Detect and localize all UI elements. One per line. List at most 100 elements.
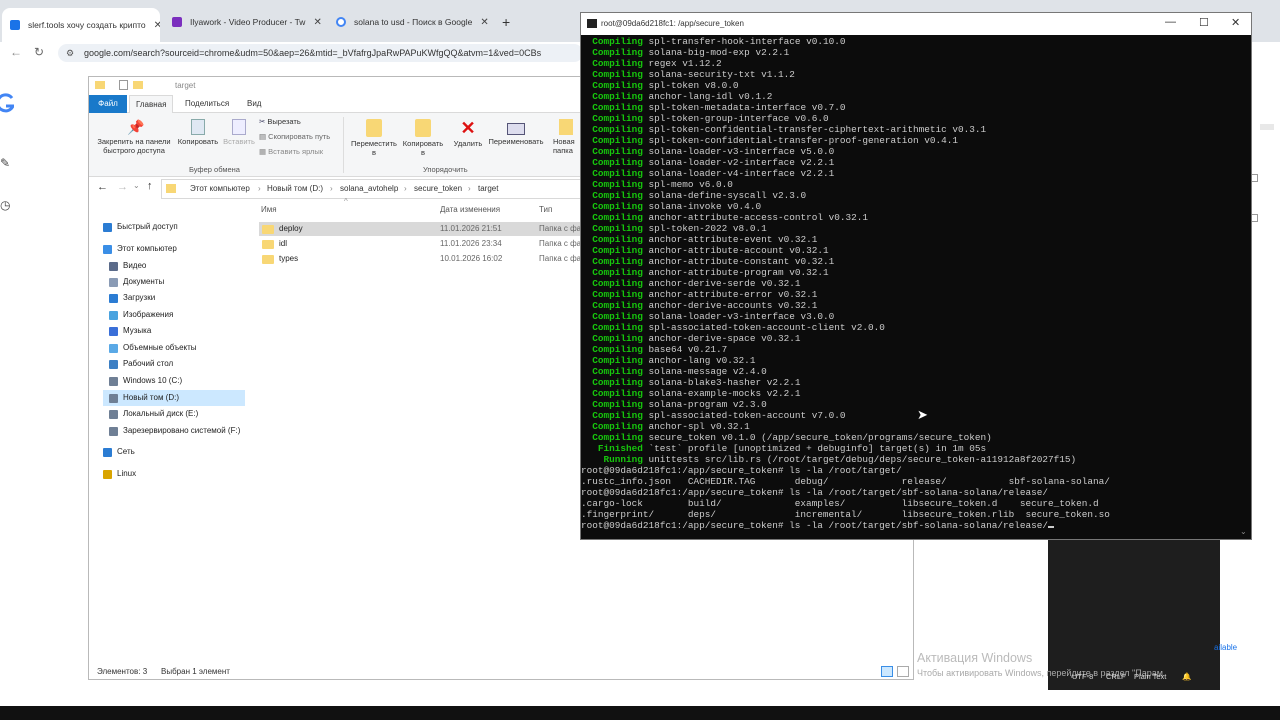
breadcrumb-item[interactable]: Новый том (D:) <box>267 184 323 193</box>
breadcrumb-item[interactable]: Этот компьютер <box>190 184 250 193</box>
minimize-icon[interactable]: — <box>1165 16 1176 28</box>
browser-tab-2[interactable]: Ilyawork - Video Producer - Tw ✕ <box>164 10 324 34</box>
column-header-type[interactable]: Тип <box>539 205 552 214</box>
nav-item[interactable]: Новый том (D:) <box>103 390 245 406</box>
site-settings-icon[interactable]: ⚙ <box>66 44 74 62</box>
language-status[interactable]: Plain Text <box>1134 672 1166 681</box>
nav-item[interactable]: Документы <box>109 274 164 290</box>
nav-item-icon <box>109 359 118 369</box>
notification-bell-icon[interactable]: 🔔 <box>1182 672 1191 681</box>
nav-item[interactable]: Музыка <box>109 323 151 339</box>
terminal-line-text: spl-token-group-interface v0.6.0 <box>648 113 829 124</box>
rename-button[interactable]: Переименовать <box>485 119 547 146</box>
breadcrumb-separator-icon[interactable]: › <box>404 184 407 193</box>
tab-view[interactable]: Вид <box>241 95 267 113</box>
breadcrumb-separator-icon[interactable]: › <box>258 184 261 193</box>
terminal-line: Compiling spl-associated-token-account-c… <box>581 322 1237 333</box>
copy-path-button[interactable]: ▤ Скопировать путь <box>259 132 330 141</box>
new-tab-button[interactable]: + <box>494 10 518 34</box>
forward-arrow-icon[interactable]: → <box>117 181 128 193</box>
file-row[interactable]: deploy 11.01.2026 21:51 Папка с фа <box>259 222 589 236</box>
edit-icon[interactable]: ✎ <box>0 156 10 170</box>
tab-file[interactable]: Файл <box>89 95 127 113</box>
move-to-button[interactable]: Переместить в <box>347 119 401 157</box>
close-icon[interactable]: ✕ <box>1231 16 1240 29</box>
terminal-line-text: spl-token-metadata-interface v0.7.0 <box>648 102 846 113</box>
nav-item[interactable]: Linux <box>103 466 136 482</box>
terminal-line-text: solana-security-txt v1.1.2 <box>648 69 795 80</box>
terminal-output[interactable]: Compiling spl-transfer-hook-interface v0… <box>581 35 1237 539</box>
terminal-line-text: spl-associated-token-account v7.0.0 <box>648 410 846 421</box>
nav-item[interactable]: Видео <box>109 258 146 274</box>
file-row[interactable]: idl 11.01.2026 23:34 Папка с фа <box>259 237 589 251</box>
close-tab-icon[interactable]: ✕ <box>313 17 321 28</box>
close-tab-icon[interactable]: ✕ <box>154 20 160 31</box>
nav-item[interactable]: Этот компьютер <box>103 241 177 257</box>
breadcrumb-item[interactable]: target <box>478 184 498 193</box>
up-arrow-icon[interactable]: ↑ <box>147 180 153 192</box>
terminal-keyword: Compiling <box>592 421 643 432</box>
new-folder-quick-icon[interactable] <box>133 81 143 89</box>
recent-chevron-icon[interactable]: ⌄ <box>133 181 140 190</box>
nav-item-icon <box>109 293 118 303</box>
tab-share[interactable]: Поделиться <box>179 95 235 113</box>
nav-item-icon <box>109 277 118 287</box>
terminal-line: Compiling solana-big-mod-exp v2.2.1 <box>581 47 1237 58</box>
back-arrow-icon[interactable]: ← <box>97 181 108 193</box>
encoding-status[interactable]: UTF-8 <box>1072 672 1093 681</box>
address-bar[interactable]: ⚙ google.com/search?sourceid=chrome&udm=… <box>58 44 583 62</box>
pin-quick-access-button[interactable]: 📌 Закрепить на панели быстрого доступа <box>91 119 177 155</box>
activation-watermark-title: Активация Windows <box>917 651 1033 665</box>
nav-item[interactable]: Windows 10 (C:) <box>109 373 182 389</box>
terminal-line: Compiling spl-token-metadata-interface v… <box>581 102 1237 113</box>
breadcrumb-separator-icon[interactable]: › <box>330 184 333 193</box>
browser-tab-3[interactable]: solana to usd - Поиск в Google ✕ <box>328 10 492 34</box>
nav-item[interactable]: Рабочий стол <box>109 356 173 372</box>
column-header-date[interactable]: Дата изменения <box>440 205 500 214</box>
new-folder-label: Новая папка <box>553 137 575 155</box>
terminal-line-text: anchor-attribute-error v0.32.1 <box>648 289 818 300</box>
back-arrow-icon[interactable]: ← <box>10 45 22 59</box>
nav-item[interactable]: Локальный диск (E:) <box>109 406 198 422</box>
copy-to-button[interactable]: Копировать в <box>397 119 449 157</box>
scroll-down-icon[interactable]: ⌄ <box>1240 527 1248 537</box>
history-icon[interactable]: ◷ <box>0 198 10 212</box>
terminal-line: Compiling anchor-attribute-account v0.32… <box>581 245 1237 256</box>
delete-button[interactable]: ✕ Удалить <box>449 119 487 148</box>
terminal-scrollbar[interactable]: ⌄ <box>1237 35 1251 539</box>
terminal-line: Compiling solana-blake3-hasher v2.2.1 <box>581 377 1237 388</box>
copy-button[interactable]: Копировать <box>175 119 221 146</box>
quick-access-toolbar-icon[interactable] <box>119 80 128 90</box>
nav-item[interactable]: Объемные объекты <box>109 340 197 356</box>
nav-item[interactable]: Загрузки <box>109 290 155 306</box>
nav-item[interactable]: Изображения <box>109 307 173 323</box>
tab-favicon-icon <box>10 20 20 30</box>
available-link[interactable]: ailable <box>1214 643 1237 652</box>
nav-item[interactable]: Зарезервировано системой (F:) <box>109 423 240 439</box>
folder-icon <box>262 255 274 264</box>
cut-button[interactable]: ✂ Вырезать <box>259 117 301 126</box>
terminal-line-text: anchor-attribute-access-control v0.32.1 <box>648 212 868 223</box>
paste-button[interactable]: Вставить <box>221 119 257 146</box>
eol-status[interactable]: CRLF <box>1106 672 1126 681</box>
breadcrumb-separator-icon[interactable]: › <box>468 184 471 193</box>
close-tab-icon[interactable]: ✕ <box>480 17 488 28</box>
breadcrumb-item[interactable]: secure_token <box>414 184 462 193</box>
breadcrumb[interactable]: Этот компьютер › Новый том (D:) › solana… <box>161 179 651 199</box>
tab-home[interactable]: Главная <box>129 95 174 113</box>
reload-icon[interactable]: ↻ <box>34 45 44 59</box>
nav-item[interactable]: Быстрый доступ <box>103 219 178 235</box>
terminal-keyword: Compiling <box>592 322 643 333</box>
file-row[interactable]: types 10.01.2026 16:02 Папка с фа <box>259 252 589 266</box>
new-folder-button[interactable]: Новая папка <box>553 119 581 155</box>
folder-icon <box>262 225 274 234</box>
nav-item[interactable]: Сеть <box>103 444 135 460</box>
terminal-keyword: Compiling <box>592 146 643 157</box>
column-header-name[interactable]: Имя <box>261 205 277 214</box>
breadcrumb-item[interactable]: solana_avtohelp <box>340 184 398 193</box>
browser-tab-1[interactable]: slerf.tools хочу создать крипто ✕ <box>2 8 160 42</box>
maximize-icon[interactable]: ☐ <box>1199 16 1209 29</box>
details-view-icon[interactable] <box>881 666 893 677</box>
tiles-view-icon[interactable] <box>897 666 909 677</box>
paste-shortcut-button[interactable]: ▦ Вставить ярлык <box>259 147 323 156</box>
